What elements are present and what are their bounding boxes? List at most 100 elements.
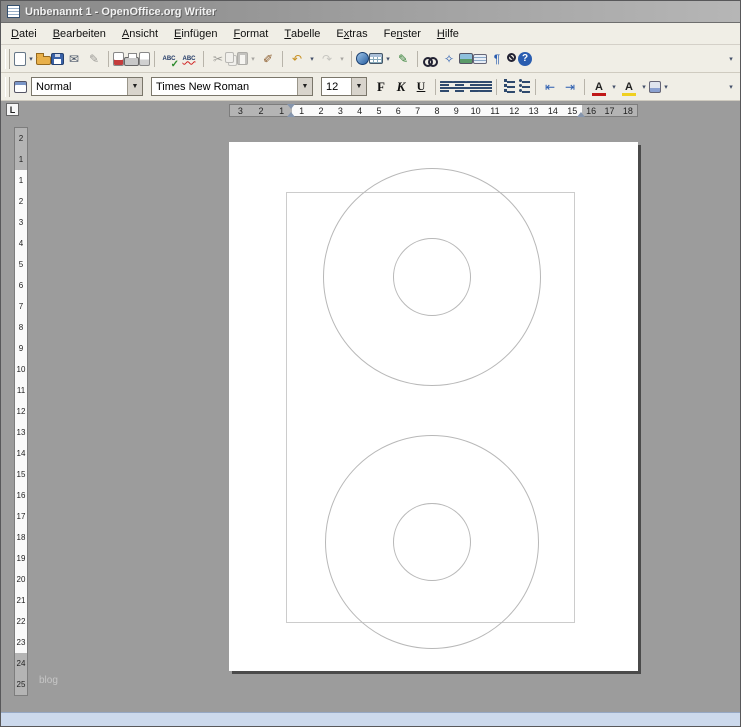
font-color-dropdown-icon[interactable]: ▾ bbox=[609, 77, 619, 97]
ruler-number: 7 bbox=[408, 106, 427, 116]
paste-icon[interactable] bbox=[237, 52, 248, 65]
highlight-icon[interactable]: A bbox=[619, 77, 639, 97]
background-color-icon[interactable] bbox=[649, 81, 661, 93]
document-as-email-icon[interactable]: ✉ bbox=[64, 49, 84, 69]
align-left-icon[interactable] bbox=[440, 80, 453, 93]
toolbar-options-icon[interactable]: ▾ bbox=[726, 77, 736, 97]
vertical-ruler[interactable]: 21 1234567891011121314151617181920212223… bbox=[14, 127, 28, 696]
menu-item-extras[interactable]: Extras bbox=[328, 23, 375, 44]
find-replace-icon[interactable] bbox=[422, 53, 439, 65]
font-color-icon[interactable]: A bbox=[589, 77, 609, 97]
title-bar[interactable]: Unbenannt 1 - OpenOffice.org Writer bbox=[1, 1, 740, 23]
new-document-dropdown-icon[interactable]: ▾ bbox=[26, 49, 36, 69]
redo-icon[interactable]: ↷ bbox=[317, 49, 337, 69]
font-size-select[interactable]: 12 ▼ bbox=[321, 77, 367, 96]
application-window: Unbenannt 1 - OpenOffice.org Writer Date… bbox=[0, 0, 741, 727]
ruler-number: 5 bbox=[15, 254, 27, 275]
font-name-select[interactable]: Times New Roman ▼ bbox=[151, 77, 313, 96]
menu-item-bearbeiten[interactable]: Bearbeiten bbox=[45, 23, 114, 44]
draw-functions-icon[interactable]: ✎ bbox=[393, 49, 413, 69]
print-icon[interactable] bbox=[124, 57, 139, 66]
document-page[interactable] bbox=[229, 142, 638, 671]
menu-item-tabelle[interactable]: Tabelle bbox=[276, 23, 328, 44]
formatting-toolbar: Normal ▼ Times New Roman ▼ 12 ▼ FKU⇤⇥A▾A… bbox=[1, 73, 740, 101]
ruler-number: 3 bbox=[15, 212, 27, 233]
item bbox=[413, 49, 422, 69]
undo-icon[interactable]: ↶ bbox=[287, 49, 307, 69]
edit-file-icon[interactable]: ✎ bbox=[84, 49, 104, 69]
align-right-icon[interactable] bbox=[466, 80, 479, 93]
auto-spellcheck-icon[interactable]: ABC bbox=[179, 49, 199, 69]
italic-icon[interactable]: K bbox=[391, 77, 411, 97]
export-pdf-icon[interactable] bbox=[113, 52, 124, 66]
align-center-icon[interactable] bbox=[453, 80, 466, 93]
ruler-number: 12 bbox=[505, 106, 524, 116]
toolbar-grip[interactable] bbox=[5, 77, 10, 97]
left-indent-marker[interactable] bbox=[287, 112, 295, 117]
standard-toolbar-buttons: ▾✉✎ABCABC✂▾✐↶▾↷▾▾✎✧¶?▾ bbox=[14, 49, 738, 69]
cd-label-bottom-inner-circle bbox=[393, 503, 471, 581]
ruler-number: 3 bbox=[230, 106, 251, 116]
copy-icon[interactable] bbox=[225, 52, 234, 63]
menu-item-datei[interactable]: Datei bbox=[3, 23, 45, 44]
menu-item-ansicht[interactable]: Ansicht bbox=[114, 23, 166, 44]
font-size-dropdown-icon[interactable]: ▼ bbox=[351, 78, 366, 95]
menu-item-format[interactable]: Format bbox=[225, 23, 276, 44]
ruler-number: 13 bbox=[524, 106, 543, 116]
nonprinting-characters-icon[interactable]: ¶ bbox=[487, 49, 507, 69]
help-icon[interactable]: ? bbox=[518, 52, 532, 66]
first-line-indent-marker[interactable] bbox=[287, 104, 295, 109]
menu-item-hilfe[interactable]: Hilfe bbox=[429, 23, 467, 44]
new-document-icon[interactable] bbox=[14, 52, 26, 66]
undo-dropdown-icon[interactable]: ▾ bbox=[307, 49, 317, 69]
paragraph-style-dropdown-icon[interactable]: ▼ bbox=[127, 78, 142, 95]
tab-stop-selector[interactable]: L bbox=[6, 103, 19, 116]
ruler-number: 22 bbox=[15, 611, 27, 632]
status-bar bbox=[1, 712, 740, 726]
page-preview-icon[interactable] bbox=[139, 52, 150, 66]
numbered-list-icon[interactable] bbox=[501, 80, 516, 93]
hyperlink-icon[interactable] bbox=[356, 52, 369, 65]
navigator-icon[interactable]: ✧ bbox=[439, 49, 459, 69]
save-icon[interactable] bbox=[51, 53, 64, 65]
background-color-dropdown-icon[interactable]: ▾ bbox=[661, 77, 671, 97]
bold-icon[interactable]: F bbox=[371, 77, 391, 97]
item bbox=[104, 49, 113, 69]
font-name-dropdown-icon[interactable]: ▼ bbox=[297, 78, 312, 95]
spellcheck-icon[interactable]: ABC bbox=[159, 49, 179, 69]
table-dropdown-icon[interactable]: ▾ bbox=[383, 49, 393, 69]
zoom-icon[interactable] bbox=[507, 53, 516, 62]
ruler-number: 18 bbox=[619, 106, 637, 116]
redo-dropdown-icon[interactable]: ▾ bbox=[337, 49, 347, 69]
underline-icon[interactable]: U bbox=[411, 77, 431, 97]
toolbar-grip[interactable] bbox=[5, 49, 10, 69]
paste-dropdown-icon[interactable]: ▾ bbox=[248, 49, 258, 69]
menu-item-fenster[interactable]: Fenster bbox=[376, 23, 429, 44]
ruler-number: 15 bbox=[15, 464, 27, 485]
decrease-indent-icon[interactable]: ⇤ bbox=[540, 77, 560, 97]
gallery-icon[interactable] bbox=[459, 53, 473, 64]
bullet-list-icon[interactable] bbox=[516, 80, 531, 93]
ruler-number: 14 bbox=[15, 443, 27, 464]
justify-icon[interactable] bbox=[479, 80, 492, 93]
ruler-right-margin-zone: 161718 bbox=[582, 105, 637, 116]
increase-indent-icon[interactable]: ⇥ bbox=[560, 77, 580, 97]
paragraph-style-select[interactable]: Normal ▼ bbox=[31, 77, 143, 96]
horizontal-ruler[interactable]: 321 123456789101112131415 161718 bbox=[229, 104, 638, 117]
open-icon[interactable] bbox=[36, 56, 51, 65]
ruler-number: 1 bbox=[15, 149, 27, 170]
item bbox=[347, 49, 356, 69]
styles-formatting-icon[interactable] bbox=[14, 81, 27, 93]
right-indent-marker[interactable] bbox=[577, 112, 585, 117]
ruler-number: 6 bbox=[15, 275, 27, 296]
table-icon[interactable] bbox=[369, 53, 383, 64]
format-paintbrush-icon[interactable]: ✐ bbox=[258, 49, 278, 69]
toolbar-options-icon[interactable]: ▾ bbox=[726, 49, 736, 69]
item bbox=[431, 77, 440, 97]
ruler-number: 2 bbox=[15, 191, 27, 212]
highlight-dropdown-icon[interactable]: ▾ bbox=[639, 77, 649, 97]
ruler-left-margin-zone: 321 bbox=[230, 105, 292, 116]
menu-item-einfuegen[interactable]: Einfügen bbox=[166, 23, 225, 44]
data-sources-icon[interactable] bbox=[473, 54, 487, 64]
ruler-number: 19 bbox=[15, 548, 27, 569]
